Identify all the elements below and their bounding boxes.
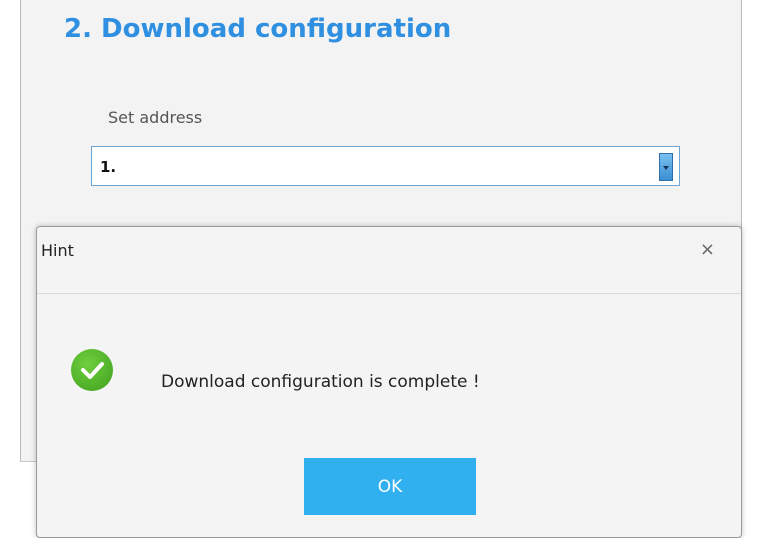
check-circle-icon: [71, 349, 113, 391]
select-value: 1.: [100, 158, 117, 176]
close-icon[interactable]: ×: [700, 239, 715, 260]
address-select[interactable]: 1.: [91, 146, 680, 186]
chevron-down-icon[interactable]: [659, 153, 673, 181]
dialog-message: Download configuration is complete !: [161, 372, 480, 392]
ok-button[interactable]: OK: [304, 458, 476, 515]
section-title: 2. Download configuration: [64, 14, 452, 44]
set-address-label: Set address: [108, 108, 203, 127]
dialog-title: Hint: [41, 241, 74, 260]
hint-dialog: Hint × Download configuration is complet…: [36, 226, 742, 538]
dialog-divider: [37, 293, 741, 294]
